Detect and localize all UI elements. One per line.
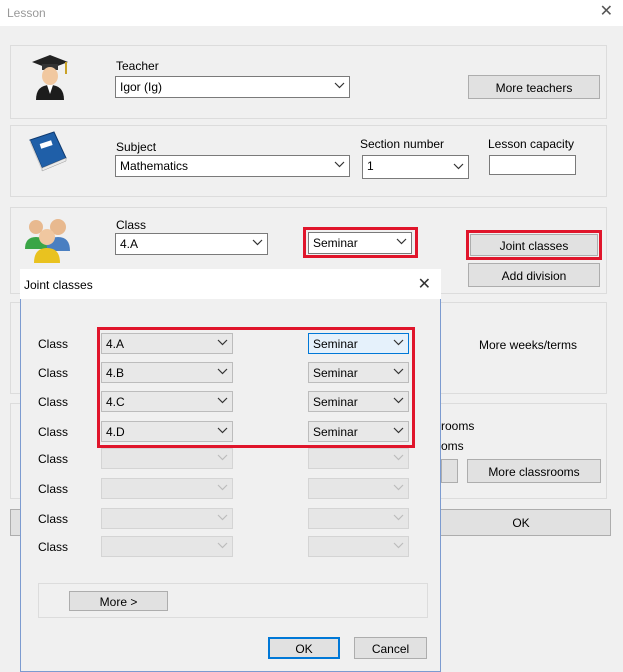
lesson-capacity-input[interactable] (489, 155, 576, 175)
dialog-row-4-label: Class (38, 425, 69, 439)
more-classrooms-button[interactable]: More classrooms (467, 459, 601, 483)
add-division-button[interactable]: Add division (468, 263, 600, 287)
main-ok-button[interactable]: OK (431, 509, 611, 536)
section-number-combo[interactable]: 1 (362, 155, 469, 179)
chevron-down-icon (393, 542, 404, 549)
chevron-down-icon (217, 514, 228, 521)
dialog-row-8-class-combo[interactable] (101, 536, 233, 557)
more-weeks-terms-link[interactable]: More weeks/terms (479, 338, 577, 352)
chevron-down-icon (396, 238, 407, 245)
teacher-combo[interactable]: Igor (Ig) (115, 76, 350, 98)
dialog-title-bar: Joint classes ✕ (20, 269, 441, 299)
subject-label: Subject (116, 140, 157, 154)
class-combo-value: 4.A (120, 237, 139, 251)
dialog-row-5-class-combo[interactable] (101, 448, 233, 469)
dialog-row-7-label: Class (38, 512, 69, 526)
subject-combo-value: Mathematics (120, 159, 189, 173)
dialog-ok-button[interactable]: OK (268, 637, 340, 659)
class-label: Class (116, 218, 147, 232)
more-teachers-button[interactable]: More teachers (468, 75, 600, 99)
dialog-cancel-label: Cancel (371, 642, 410, 656)
window-title: Lesson (7, 6, 46, 20)
teacher-label: Teacher (116, 59, 159, 73)
chevron-down-icon (217, 484, 228, 491)
dialog-row-5-type-combo[interactable] (308, 448, 409, 469)
close-icon[interactable]: ✕ (600, 4, 613, 20)
chevron-down-icon (393, 514, 404, 521)
dialog-row-6-type-combo[interactable] (308, 478, 409, 499)
teacher-icon (32, 55, 68, 100)
dialog-row-5-label: Class (38, 452, 69, 466)
section-number-value: 1 (367, 159, 374, 173)
subject-combo[interactable]: Mathematics (115, 155, 350, 177)
dialog-row-8-label: Class (38, 540, 69, 554)
add-division-label: Add division (501, 269, 567, 283)
more-classrooms-label: More classrooms (488, 465, 580, 479)
chevron-down-icon (217, 454, 228, 461)
chevron-down-icon (453, 163, 464, 170)
rooms-text-1: rooms (441, 419, 475, 433)
chevron-down-icon (217, 542, 228, 549)
close-icon[interactable]: ✕ (418, 274, 431, 294)
chevron-down-icon (334, 82, 345, 89)
dialog-more-label: More > (99, 595, 138, 609)
dialog-title: Joint classes (24, 278, 93, 292)
lesson-type-combo[interactable]: Seminar (308, 232, 412, 254)
section-number-label: Section number (360, 137, 445, 151)
more-teachers-label: More teachers (495, 81, 573, 95)
lesson-type-value: Seminar (313, 236, 358, 250)
dialog-cancel-button[interactable]: Cancel (354, 637, 427, 659)
rooms-hidden-button[interactable] (441, 459, 458, 483)
chevron-down-icon (393, 454, 404, 461)
chevron-down-icon (334, 161, 345, 168)
dialog-row-1-label: Class (38, 337, 69, 351)
window-title-bar: Lesson ✕ (0, 0, 623, 26)
chevron-down-icon (393, 484, 404, 491)
class-combo[interactable]: 4.A (115, 233, 268, 255)
highlight-joint-rows (97, 327, 415, 448)
joint-classes-button[interactable]: Joint classes (470, 234, 598, 256)
book-icon (29, 131, 67, 172)
dialog-ok-label: OK (295, 642, 313, 656)
dialog-more-button[interactable]: More > (69, 591, 168, 611)
users-icon (25, 219, 70, 263)
dialog-row-6-class-combo[interactable] (101, 478, 233, 499)
dialog-row-6-label: Class (38, 482, 69, 496)
dialog-row-3-label: Class (38, 395, 69, 409)
dialog-row-7-type-combo[interactable] (308, 508, 409, 529)
dialog-row-8-type-combo[interactable] (308, 536, 409, 557)
teacher-combo-value: Igor (Ig) (120, 80, 163, 94)
dialog-row-2-label: Class (38, 366, 69, 380)
chevron-down-icon (252, 239, 263, 246)
joint-classes-label: Joint classes (499, 239, 569, 253)
main-ok-label: OK (512, 516, 530, 530)
dialog-row-7-class-combo[interactable] (101, 508, 233, 529)
rooms-text-2: oms (441, 439, 464, 453)
lesson-capacity-label: Lesson capacity (488, 137, 575, 151)
